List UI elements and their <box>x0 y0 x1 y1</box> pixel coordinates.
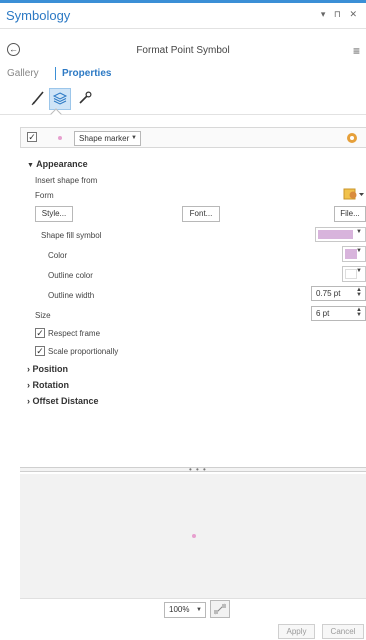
splitter-grip-icon[interactable]: • • • <box>189 465 207 474</box>
chevron-down-icon: ▼ <box>27 162 34 169</box>
cancel-button[interactable]: Cancel <box>322 624 364 639</box>
form-picker-button[interactable] <box>343 187 365 202</box>
pane-title: Symbology <box>6 8 71 23</box>
form-label: Form <box>35 191 54 200</box>
active-tab-caret <box>50 108 62 120</box>
outline-color-picker[interactable]: ▼ <box>342 266 366 282</box>
fill-swatch <box>318 230 353 239</box>
panel-title: Format Point Symbol <box>136 45 230 56</box>
color-picker[interactable]: ▼ <box>342 246 366 262</box>
layers-icon <box>52 90 68 108</box>
respect-frame-label[interactable]: Respect frame <box>48 329 100 338</box>
layers-tab[interactable] <box>49 88 71 110</box>
chevron-down-icon: ▼ <box>356 268 362 274</box>
outline-width-input[interactable]: 0.75 pt ▲ ▼ <box>311 286 366 301</box>
font-button[interactable]: Font... <box>182 206 220 222</box>
zoom-dropdown[interactable]: 100% ▼ <box>164 602 206 618</box>
fill-symbol-picker[interactable]: ▼ <box>315 227 366 242</box>
style-button[interactable]: Style... <box>35 206 73 222</box>
wrench-icon <box>77 90 93 108</box>
chevron-right-icon: › <box>27 396 30 406</box>
spinner-icon[interactable]: ▲ ▼ <box>356 307 362 318</box>
marker-type-dropdown[interactable]: Shape marker ▼ <box>74 131 141 146</box>
section-position[interactable]: › Position <box>27 364 68 374</box>
outline-color-label: Outline color <box>48 271 93 280</box>
tab-gallery[interactable]: Gallery <box>7 68 39 79</box>
marker-type-label: Shape marker <box>79 134 130 143</box>
insert-shape-label: Insert shape from <box>35 176 98 185</box>
section-offset-distance[interactable]: › Offset Distance <box>27 396 99 406</box>
marker-preview-swatch <box>58 136 62 140</box>
scale-proportionally-label[interactable]: Scale proportionally <box>48 347 118 356</box>
chevron-down-icon: ▼ <box>356 248 362 254</box>
chevron-down-icon: ▼ <box>196 607 202 613</box>
tab-properties[interactable]: Properties <box>62 68 111 79</box>
file-button[interactable]: File... <box>334 206 366 222</box>
tab-divider <box>55 67 56 80</box>
properties-tab[interactable] <box>74 88 96 110</box>
appearance-header[interactable]: ▼ Appearance <box>27 159 88 169</box>
color-label: Color <box>48 251 68 260</box>
layer-options-icon[interactable] <box>345 131 359 147</box>
preview-background-button[interactable] <box>210 600 230 618</box>
pen-icon <box>30 90 46 108</box>
scale-proportionally-checkbox[interactable]: ✓ <box>35 346 45 356</box>
size-label: Size <box>35 311 51 320</box>
preview-symbol <box>192 534 196 538</box>
menu-icon[interactable]: ≡ <box>353 44 360 58</box>
symbol-tab[interactable] <box>27 88 49 110</box>
size-input[interactable]: 6 pt ▲ ▼ <box>311 306 366 321</box>
window-controls[interactable]: ▾ ⊓ ✕ <box>321 9 360 20</box>
chevron-right-icon: › <box>27 364 30 374</box>
layer-enabled-checkbox[interactable]: ✓ <box>27 132 37 142</box>
chevron-down-icon: ▼ <box>356 229 362 235</box>
title-accent-line <box>0 0 366 3</box>
outline-width-label: Outline width <box>48 291 95 300</box>
shape-fill-label: Shape fill symbol <box>41 231 102 240</box>
section-rotation[interactable]: › Rotation <box>27 380 69 390</box>
apply-button[interactable]: Apply <box>278 624 315 639</box>
spinner-icon[interactable]: ▲ ▼ <box>356 287 362 298</box>
respect-frame-checkbox[interactable]: ✓ <box>35 328 45 338</box>
chevron-down-icon: ▼ <box>131 135 137 141</box>
symbol-layer-row[interactable] <box>20 127 366 148</box>
chevron-right-icon: › <box>27 380 30 390</box>
divider <box>0 28 366 29</box>
